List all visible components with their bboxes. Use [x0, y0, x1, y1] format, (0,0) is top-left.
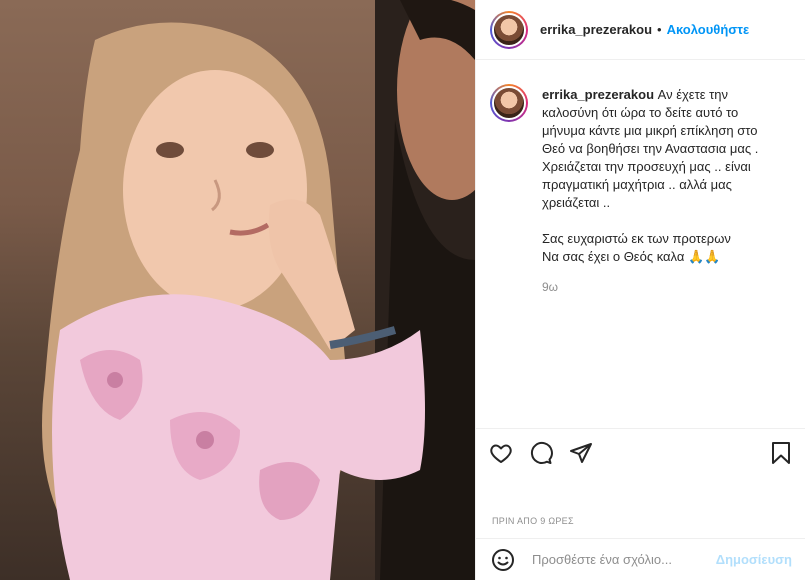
comment-input[interactable] [532, 552, 716, 567]
caption-text: Αν έχετε την καλοσύνη ότι ώρα το δείτε α… [542, 87, 759, 264]
caption-body: errika_prezerakou Αν έχετε την καλοσύνη … [542, 86, 780, 266]
share-icon[interactable] [568, 440, 594, 466]
add-comment-bar: Δημοσίευση [476, 538, 805, 580]
post-header: errika_prezerakou • Ακολουθήστε [476, 0, 805, 60]
comment-icon[interactable] [528, 440, 554, 466]
follow-button[interactable]: Ακολουθήστε [667, 22, 750, 37]
caption-age[interactable]: 9ω [542, 280, 805, 294]
author-avatar[interactable] [490, 10, 528, 49]
heart-icon[interactable] [488, 440, 514, 466]
post-side-panel: errika_prezerakou • Ακολουθήστε errika_p… [475, 0, 805, 580]
smiley-icon[interactable] [490, 547, 516, 573]
caption-comment: errika_prezerakou Αν έχετε την καλοσύνη … [476, 60, 805, 266]
separator-dot: • [657, 22, 662, 37]
bookmark-icon[interactable] [768, 440, 794, 466]
post-timestamp[interactable]: ΠΡΙΝ ΑΠΟ 9 ΩΡΕΣ [492, 516, 574, 526]
photo-illustration [42, 0, 475, 580]
post-comment-button[interactable]: Δημοσίευση [716, 552, 792, 567]
post-photo[interactable] [0, 0, 475, 580]
caption-username[interactable]: errika_prezerakou [542, 87, 654, 102]
action-bar [476, 428, 805, 476]
caption-avatar[interactable] [490, 84, 528, 122]
author-username[interactable]: errika_prezerakou [540, 22, 652, 37]
avatar-image [492, 12, 526, 47]
avatar-image [492, 86, 526, 120]
